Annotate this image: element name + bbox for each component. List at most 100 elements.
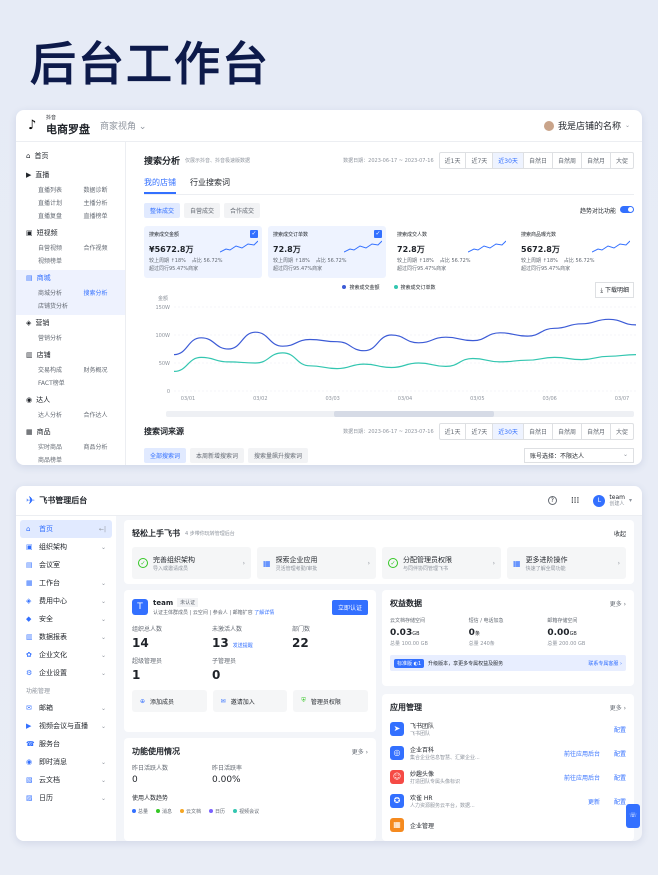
- sidebar-subitem[interactable]: 合作视频: [84, 243, 116, 252]
- sidebar-subitem[interactable]: 商城分析: [38, 288, 70, 297]
- range-option[interactable]: 自然周: [553, 424, 582, 439]
- user-menu[interactable]: L team 创建人 ▾: [593, 494, 632, 508]
- sidebar-subitem[interactable]: 直播榜单: [84, 211, 116, 220]
- sidebar-item[interactable]: ☎ 服务台: [20, 735, 112, 753]
- range-option[interactable]: 近1天: [440, 424, 467, 439]
- range-option[interactable]: 近7天: [466, 153, 494, 168]
- sidebar-item[interactable]: ▨ 日历 ⌄: [20, 789, 112, 807]
- range-option[interactable]: 近30天: [493, 424, 524, 439]
- sidebar-subitem[interactable]: 主播分析: [84, 198, 116, 207]
- org-action-button[interactable]: ✉ 邀请加入: [212, 690, 288, 712]
- org-action-button[interactable]: ⊕ 添加成员: [132, 690, 207, 712]
- app-backend-link[interactable]: 更新: [588, 797, 600, 806]
- range-option[interactable]: 近30天: [493, 153, 524, 168]
- tab-1[interactable]: 行业搜索词: [190, 177, 230, 194]
- chip[interactable]: 整体成交: [144, 203, 181, 218]
- sidebar-subitem[interactable]: 实时商品: [38, 442, 70, 451]
- range-option[interactable]: 大促: [611, 153, 633, 168]
- sidebar-item[interactable]: ▦ 工作台 ⌄: [20, 574, 112, 592]
- account-select[interactable]: 账号选择：不限达人 ⌄: [524, 448, 634, 463]
- sidebar-item[interactable]: ▶ 视频会议与直播 ⌄: [20, 717, 112, 735]
- usage-legend-item[interactable]: 云文档: [180, 808, 201, 815]
- app-config-link[interactable]: 配置: [614, 749, 626, 758]
- source-chip[interactable]: 全部搜索词: [144, 448, 187, 463]
- help-icon[interactable]: ?: [547, 496, 557, 505]
- sidebar-item-6[interactable]: ◉ 达人: [26, 395, 115, 405]
- source-chip[interactable]: 搜索量飙升搜索词: [248, 448, 309, 463]
- sidebar-item-0[interactable]: ⌂ 首页: [26, 151, 115, 161]
- sidebar-subitem[interactable]: [84, 455, 116, 464]
- apps-grid-icon[interactable]: ⁞⁞⁞: [571, 496, 580, 506]
- metric-card[interactable]: 搜索成交金额 ✓ ¥5672.8万 较上周期 ↑18% 占比 56.72% 超过同行95.…: [144, 226, 262, 278]
- sidebar-item[interactable]: ◉ 即时消息 ⌄: [20, 753, 112, 771]
- collapse-button[interactable]: 收起: [614, 529, 626, 538]
- legend-item[interactable]: 搜索成交订单数: [393, 284, 436, 291]
- sidebar-subitem[interactable]: 财务概况: [84, 365, 116, 374]
- sidebar-subitem[interactable]: 自营视频: [38, 243, 70, 252]
- app-backend-link[interactable]: 前往应用后台: [564, 773, 600, 782]
- range-option[interactable]: 自然日: [524, 153, 553, 168]
- onboard-step[interactable]: ▦ 更多进阶操作 快速了解全局功能 ›: [507, 547, 626, 579]
- sidebar-item[interactable]: ▧ 云文档 ⌄: [20, 771, 112, 789]
- usage-legend-item[interactable]: 消息: [156, 808, 172, 815]
- usage-more-link[interactable]: 更多 ›: [352, 747, 368, 756]
- usage-legend-item[interactable]: 视频会议: [233, 808, 259, 815]
- sidebar-subitem[interactable]: 直播计划: [38, 198, 70, 207]
- tab-0[interactable]: 我的店铺: [144, 177, 176, 194]
- app-backend-link[interactable]: 前往应用后台: [564, 749, 600, 758]
- sidebar-subitem[interactable]: 数据诊断: [84, 185, 116, 194]
- range-option[interactable]: 自然日: [524, 424, 553, 439]
- sidebar-item[interactable]: ▥ 数据报表 ⌄: [20, 628, 112, 646]
- sidebar-subitem[interactable]: [84, 301, 116, 310]
- legend-item[interactable]: 搜索成交金额: [342, 284, 380, 291]
- scrollbar-thumb[interactable]: [334, 411, 494, 417]
- org-action-button[interactable]: ⛨ 管理员权限: [293, 690, 369, 712]
- sidebar-subitem[interactable]: 营销分析: [38, 333, 70, 342]
- sidebar-subitem[interactable]: 合作达人: [84, 410, 116, 419]
- sidebar-item-3[interactable]: ▤ 商城: [26, 273, 115, 283]
- app-config-link[interactable]: 配置: [614, 773, 626, 782]
- sidebar-item[interactable]: ✉ 邮箱 ⌄: [20, 699, 112, 717]
- help-desk-icon[interactable]: ☏: [626, 804, 640, 828]
- sidebar-item[interactable]: ◈ 费用中心 ⌄: [20, 592, 112, 610]
- usage-legend-item[interactable]: 日历: [209, 808, 225, 815]
- sidebar-subitem[interactable]: 直播列表: [38, 185, 70, 194]
- sidebar-subitem[interactable]: 店铺货分析: [38, 301, 70, 310]
- apps-more-link[interactable]: 更多 ›: [610, 703, 626, 712]
- sidebar-item[interactable]: ✿ 企业文化 ⌄: [20, 646, 112, 664]
- contact-service-link[interactable]: 联系专属客服 ›: [588, 660, 622, 667]
- sidebar-subitem[interactable]: 搜索分析: [84, 288, 116, 297]
- download-button[interactable]: ⤓ 下载明细: [595, 282, 634, 298]
- sidebar-subitem[interactable]: [84, 256, 116, 265]
- checkbox-checked-icon[interactable]: ✓: [250, 230, 258, 238]
- sidebar-subitem[interactable]: 视频榜单: [38, 256, 70, 265]
- metric-card[interactable]: 搜索成交订单数 ✓ 72.8万 较上周期 ↑18% 占比 56.72% 超过同行95.47…: [268, 226, 386, 278]
- onboard-step[interactable]: ✓ 分配管理员权限 与同伴协同管理飞书 ›: [382, 547, 501, 579]
- upgrade-banner[interactable]: 标准版 ◐1 升级版本，享更多专属权益及服务 联系专属客服 ›: [390, 655, 626, 671]
- app-config-link[interactable]: 配置: [614, 797, 626, 806]
- send-reminder-link[interactable]: 发送提醒: [233, 642, 253, 649]
- sidebar-subitem[interactable]: FACT榜单: [38, 378, 70, 387]
- sidebar-item-5[interactable]: ▥ 店铺: [26, 350, 115, 360]
- sidebar-item-7[interactable]: ▦ 商品: [26, 427, 115, 437]
- app-config-link[interactable]: 配置: [614, 725, 626, 734]
- sidebar-subitem[interactable]: 交易构成: [38, 365, 70, 374]
- sidebar-item-4[interactable]: ◈ 营销: [26, 318, 115, 328]
- sidebar-item[interactable]: ◆ 安全 ⌄: [20, 610, 112, 628]
- usage-legend-item[interactable]: 总量: [132, 808, 148, 815]
- sidebar-subitem[interactable]: [84, 378, 116, 387]
- verify-button[interactable]: 立即认证: [331, 599, 368, 615]
- range-option[interactable]: 自然周: [553, 153, 582, 168]
- sidebar-item-1[interactable]: ▶ 直播: [26, 170, 115, 180]
- sidebar-item[interactable]: ▣ 组织架构 ⌄: [20, 538, 112, 556]
- sidebar-item[interactable]: ⌂ 首页 ←|: [20, 520, 112, 538]
- range-option[interactable]: 近1天: [440, 153, 467, 168]
- sidebar-subitem[interactable]: 商品榜单: [38, 455, 70, 464]
- sidebar-item[interactable]: ▤ 会议室: [20, 556, 112, 574]
- rights-more-link[interactable]: 更多 ›: [610, 599, 626, 608]
- sidebar-subitem[interactable]: 达人分析: [38, 410, 70, 419]
- learn-more-link[interactable]: 了解详情: [254, 610, 274, 616]
- chip[interactable]: 自营成交: [184, 203, 221, 218]
- sidebar-item-2[interactable]: ▣ 短视频: [26, 228, 115, 238]
- range-option[interactable]: 自然月: [582, 424, 611, 439]
